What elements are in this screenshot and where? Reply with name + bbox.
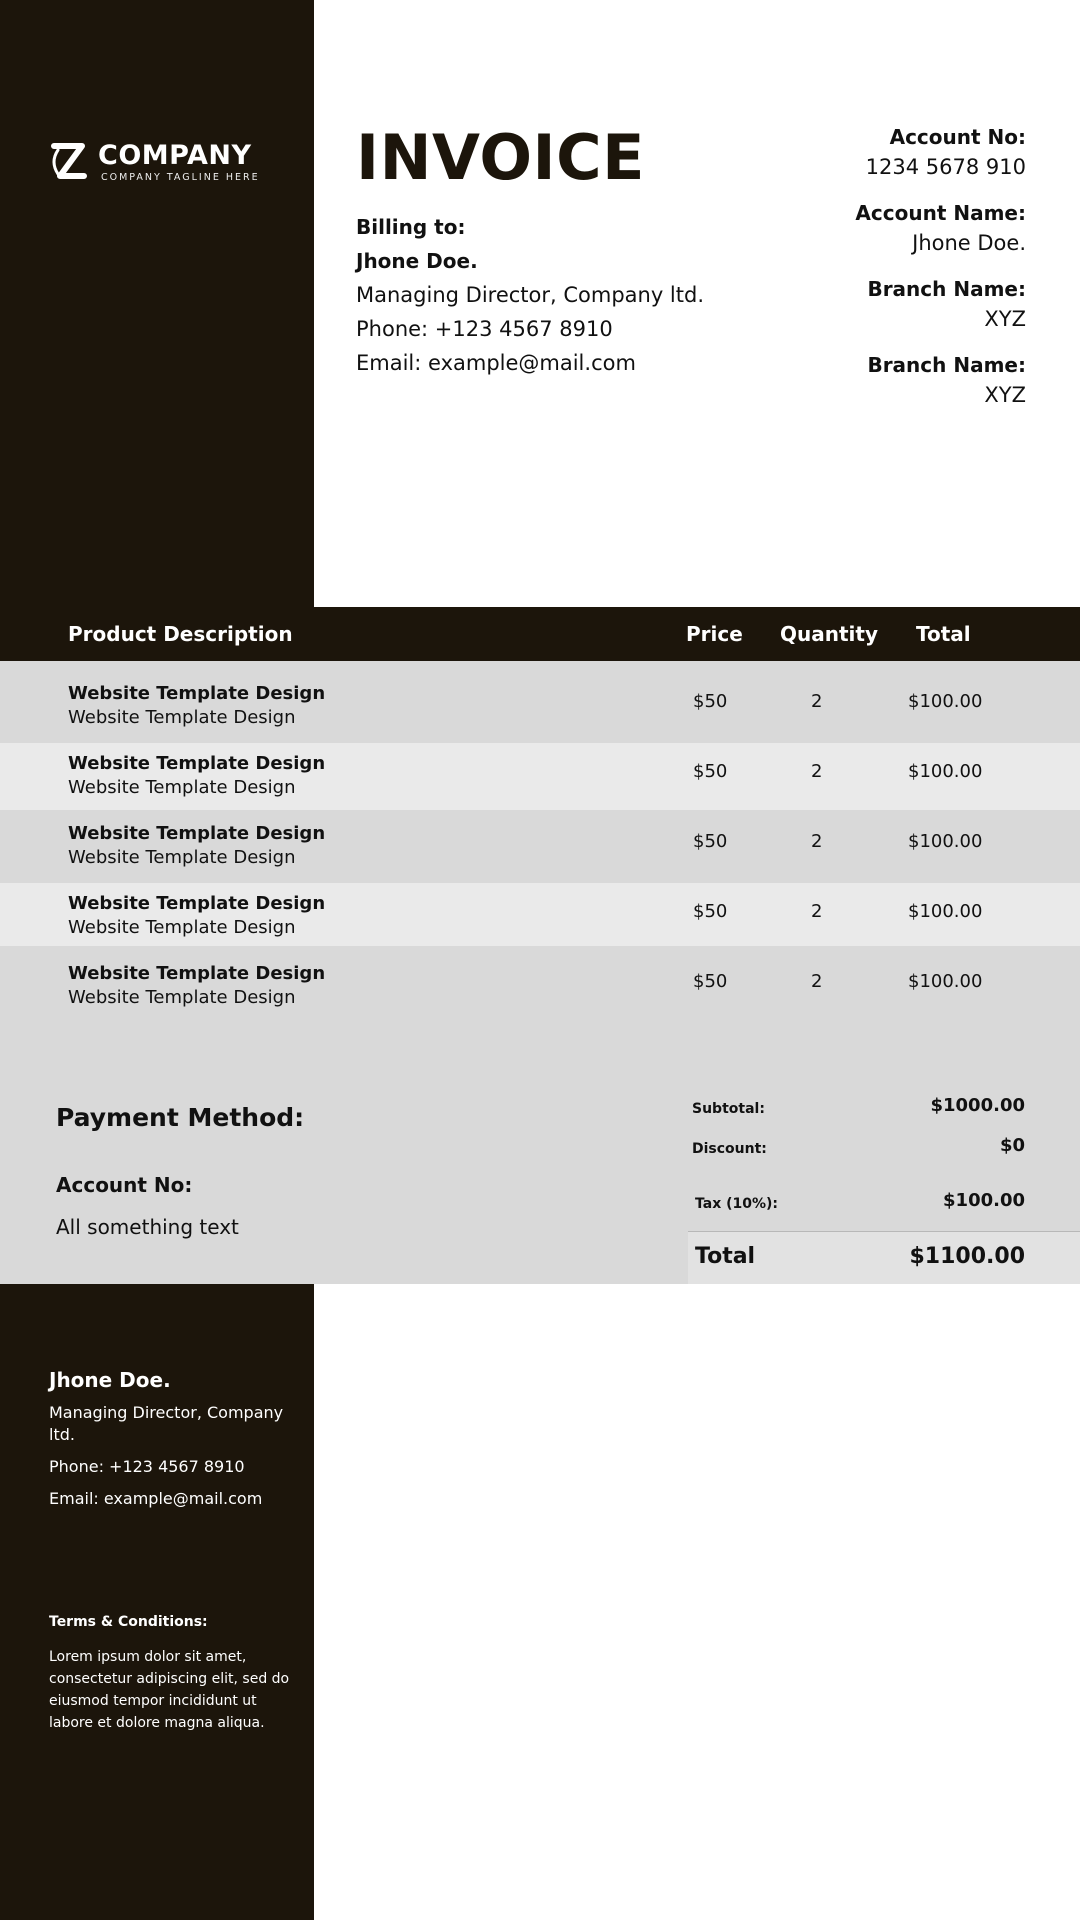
account-name-value: Jhone Doe. — [912, 231, 1026, 255]
terms-body: Lorem ipsum dolor sit amet, consectetur … — [49, 1649, 290, 1731]
company-logo: COMPANY COMPANY TAGLINE HERE — [48, 140, 260, 184]
row-quantity: 2 — [811, 901, 823, 922]
branch-name-label-2: Branch Name: — [867, 353, 1026, 377]
company-logo-icon — [51, 143, 87, 179]
row-subtitle: Website Template Design — [68, 847, 296, 868]
table-row: Website Template Design Website Template… — [0, 946, 1080, 1025]
row-price: $50 — [693, 901, 728, 922]
branch-name-label: Branch Name: — [867, 277, 1026, 301]
row-price: $50 — [693, 831, 728, 852]
row-total: $100.00 — [908, 901, 983, 922]
branch-name-value-2: XYZ — [984, 383, 1026, 407]
table-row: Website Template Design Website Template… — [0, 661, 1080, 743]
row-total: $100.00 — [908, 831, 983, 852]
row-quantity: 2 — [811, 691, 823, 712]
contact-email: Email: example@mail.com — [49, 1489, 263, 1508]
sidebar-bottom: Jhone Doe. Managing Director, Company lt… — [0, 1284, 314, 1920]
account-no-value: 1234 5678 910 — [865, 155, 1026, 179]
branch-name-value: XYZ — [984, 307, 1026, 331]
payment-account-value: All something text — [56, 1215, 239, 1239]
row-subtitle: Website Template Design — [68, 917, 296, 938]
row-total: $100.00 — [908, 761, 983, 782]
total-value: $1100.00 — [909, 1244, 1025, 1269]
table-row: Website Template Design Website Template… — [0, 883, 1080, 946]
row-quantity: 2 — [811, 761, 823, 782]
account-name-label: Account Name: — [855, 201, 1026, 225]
company-tagline: COMPANY TAGLINE HERE — [101, 172, 260, 183]
account-no-label: Account No: — [889, 125, 1026, 149]
invoice-title: INVOICE — [356, 121, 645, 194]
row-subtitle: Website Template Design — [68, 707, 296, 728]
billing-role: Managing Director, Company ltd. — [356, 283, 705, 307]
row-subtitle: Website Template Design — [68, 777, 296, 798]
contact-role: Managing Director, Company ltd. — [49, 1403, 284, 1444]
header-description: Product Description — [68, 622, 293, 646]
company-name: COMPANY — [98, 140, 252, 171]
payment-summary-section: Payment Method: Account No: All somethin… — [0, 1025, 1080, 1284]
account-info: Account No: 1234 5678 910 Account Name: … — [855, 122, 1026, 426]
row-price: $50 — [693, 761, 728, 782]
contact-name: Jhone Doe. — [49, 1368, 171, 1392]
billing-phone: Phone: +123 4567 8910 — [356, 317, 613, 341]
row-price: $50 — [693, 691, 728, 712]
table-header: Product Description Price Quantity Total — [0, 607, 1080, 661]
tax-value: $100.00 — [943, 1190, 1025, 1211]
contact-phone: Phone: +123 4567 8910 — [49, 1457, 245, 1476]
billing-name: Jhone Doe. — [356, 249, 478, 273]
billing-email: Email: example@mail.com — [356, 351, 636, 375]
table-row: Website Template Design Website Template… — [0, 810, 1080, 883]
total-label: Total — [695, 1244, 756, 1269]
header-quantity: Quantity — [780, 622, 878, 646]
row-total: $100.00 — [908, 971, 983, 992]
terms-title: Terms & Conditions: — [49, 1614, 208, 1630]
row-title: Website Template Design — [68, 893, 326, 914]
row-title: Website Template Design — [68, 683, 326, 704]
total-box: Total $1100.00 — [688, 1231, 1080, 1284]
row-price: $50 — [693, 971, 728, 992]
payment-account-label: Account No: — [56, 1173, 193, 1197]
sidebar-top: COMPANY COMPANY TAGLINE HERE — [0, 0, 314, 607]
table-row: Website Template Design Website Template… — [0, 743, 1080, 810]
billing-block: Billing to: Jhone Doe. Managing Director… — [356, 210, 704, 380]
row-quantity: 2 — [811, 971, 823, 992]
row-total: $100.00 — [908, 691, 983, 712]
row-title: Website Template Design — [68, 753, 326, 774]
billing-label: Billing to: — [356, 215, 466, 239]
payment-method-title: Payment Method: — [56, 1103, 305, 1132]
row-title: Website Template Design — [68, 963, 326, 984]
contact-block: Jhone Doe. Managing Director, Company lt… — [49, 1368, 299, 1520]
tax-label: Tax (10%): — [695, 1196, 779, 1212]
header-total: Total — [916, 622, 971, 646]
discount-value: $0 — [999, 1135, 1025, 1156]
row-quantity: 2 — [811, 831, 823, 852]
subtotal-label: Subtotal: — [692, 1101, 765, 1117]
row-subtitle: Website Template Design — [68, 987, 296, 1008]
subtotal-value: $1000.00 — [930, 1095, 1025, 1116]
discount-label: Discount: — [692, 1141, 767, 1157]
row-title: Website Template Design — [68, 823, 326, 844]
header-price: Price — [686, 622, 743, 646]
